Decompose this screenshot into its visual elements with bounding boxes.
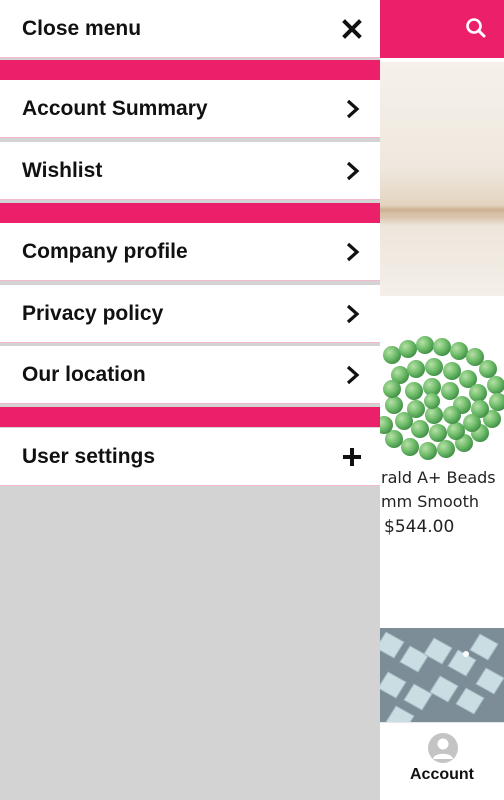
chevron-right-icon (342, 365, 362, 385)
product-price: $544.00 (384, 517, 455, 537)
menu-item-our-location[interactable]: Our location (0, 346, 380, 404)
menu-section-divider (0, 60, 380, 80)
account-label: Account (410, 766, 474, 783)
account-icon (428, 733, 458, 763)
menu-item-company-profile[interactable]: Company profile (0, 223, 380, 281)
chevron-right-icon (342, 304, 362, 324)
menu-section-divider (0, 407, 380, 427)
product-name-line-1: rald A+ Beads (381, 468, 496, 487)
product-name-line-2: mm Smooth (381, 492, 479, 511)
banner-image[interactable] (380, 62, 504, 296)
chevron-right-icon (342, 242, 362, 262)
chevron-right-icon (342, 99, 362, 119)
close-menu-label: Close menu (22, 17, 142, 40)
bottom-nav-account[interactable]: Account (380, 723, 504, 800)
menu-item-label: Our location (22, 363, 146, 386)
close-icon[interactable] (342, 19, 362, 39)
menu-item-label: Wishlist (22, 159, 103, 182)
side-menu-drawer: Close menu Account Summary Wishlist Comp… (0, 0, 380, 800)
menu-section-divider (0, 203, 380, 223)
menu-item-label: User settings (22, 445, 156, 468)
banner-image-horizon (380, 205, 504, 215)
product-image-aquamarine-beads[interactable] (380, 628, 504, 722)
chevron-right-icon (342, 161, 362, 181)
menu-item-privacy-policy[interactable]: Privacy policy (0, 285, 380, 343)
menu-item-label: Privacy policy (22, 302, 164, 325)
menu-item-account-summary[interactable]: Account Summary (0, 80, 380, 138)
search-button[interactable] (462, 14, 490, 42)
menu-item-label: Account Summary (22, 97, 208, 120)
product-image-green-beads[interactable] (380, 335, 504, 465)
plus-icon (342, 447, 362, 467)
product-name[interactable]: rald A+ Beads mm Smooth (381, 466, 504, 514)
search-icon (466, 18, 486, 38)
menu-item-label: Company profile (22, 240, 188, 263)
menu-item-user-settings[interactable]: User settings (0, 428, 380, 486)
close-menu-item[interactable]: Close menu (0, 0, 380, 58)
menu-item-wishlist[interactable]: Wishlist (0, 142, 380, 200)
